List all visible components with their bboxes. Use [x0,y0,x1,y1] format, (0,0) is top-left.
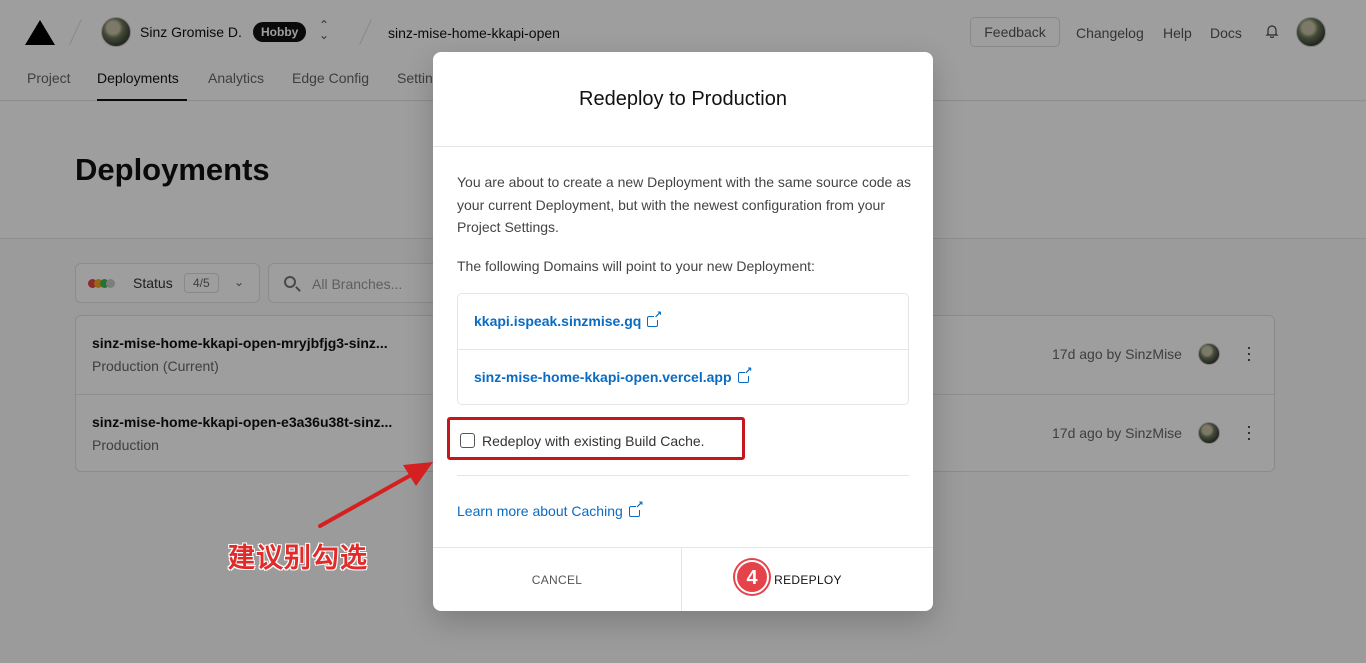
modal-title: Redeploy to Production [579,88,787,110]
redeploy-button[interactable]: REDEPLOY [683,548,933,611]
cache-checkbox-highlight: Redeploy with existing Build Cache. [447,417,745,460]
external-link-icon [647,310,662,327]
external-link-icon [628,500,644,517]
modal-header: Redeploy to Production [433,52,933,147]
domain-row: kkapi.ispeak.sinzmise.gq [458,294,908,349]
cancel-button[interactable]: CANCEL [433,548,682,611]
external-link-icon [737,366,753,383]
annotation-note: 建议别勾选 [228,543,368,575]
domains-list: kkapi.ispeak.sinzmise.gq sinz-mise-home-… [457,293,909,405]
domain-link[interactable]: sinz-mise-home-kkapi-open.vercel.app [474,366,753,385]
learn-more-text[interactable]: Learn more about Caching [457,503,623,519]
domain-link-text[interactable]: sinz-mise-home-kkapi-open.vercel.app [474,369,732,385]
domain-link[interactable]: kkapi.ispeak.sinzmise.gq [474,310,662,329]
redeploy-modal: Redeploy to Production You are about to … [433,52,933,611]
domain-link-text[interactable]: kkapi.ispeak.sinzmise.gq [474,313,641,329]
learn-more-caching-link[interactable]: Learn more about Caching [457,500,644,519]
build-cache-label[interactable]: Redeploy with existing Build Cache. [482,433,705,449]
modal-description: You are about to create a new Deployment… [457,174,911,235]
build-cache-checkbox[interactable] [460,433,475,448]
step-number-marker: 4 [735,560,769,594]
domains-intro: The following Domains will point to your… [457,258,815,274]
divider [457,475,909,476]
modal-footer: CANCEL REDEPLOY 4 [433,547,933,611]
domain-row: sinz-mise-home-kkapi-open.vercel.app [458,349,908,404]
